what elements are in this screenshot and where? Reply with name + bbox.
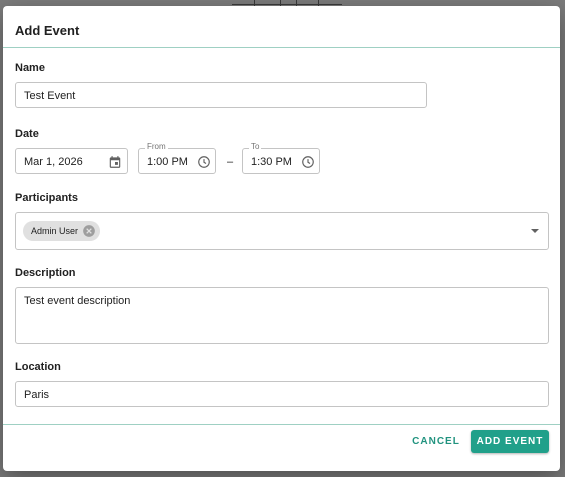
cancel-button[interactable]: CANCEL: [406, 430, 466, 453]
dropdown-arrow-icon[interactable]: [530, 228, 540, 234]
end-time-caption: To: [249, 142, 262, 151]
description-textarea[interactable]: Test event description: [15, 287, 549, 344]
time-range-separator: –: [227, 156, 234, 168]
clock-icon[interactable]: [301, 155, 315, 169]
location-input[interactable]: Paris: [15, 381, 549, 407]
end-time-value: 1:30 PM: [251, 156, 292, 168]
dialog-title: Add Event: [15, 23, 80, 38]
date-input-value: Mar 1, 2026: [24, 156, 83, 168]
participants-select[interactable]: Admin User: [15, 212, 549, 250]
clock-icon[interactable]: [197, 155, 211, 169]
description-label: Description: [15, 267, 76, 279]
start-time-input[interactable]: From 1:00 PM: [138, 142, 216, 174]
participants-label: Participants: [15, 192, 78, 204]
date-input[interactable]: Mar 1, 2026: [15, 148, 128, 174]
end-time-input[interactable]: To 1:30 PM: [242, 142, 320, 174]
add-event-dialog: Add Event Name Test Event Date Mar 1, 20…: [3, 6, 560, 471]
calendar-icon[interactable]: [108, 155, 122, 169]
name-input-value: Test Event: [24, 90, 76, 102]
location-label: Location: [15, 361, 61, 373]
header-divider: [3, 47, 560, 48]
participant-chip: Admin User: [23, 221, 101, 241]
name-label: Name: [15, 62, 45, 74]
start-time-caption: From: [145, 142, 168, 151]
participant-chip-label: Admin User: [31, 226, 79, 236]
date-label: Date: [15, 128, 39, 140]
name-input[interactable]: Test Event: [15, 82, 427, 108]
footer-divider: [3, 424, 560, 425]
chip-remove-icon[interactable]: [82, 224, 96, 238]
description-value: Test event description: [24, 295, 131, 307]
location-value: Paris: [24, 389, 50, 401]
add-event-button[interactable]: ADD EVENT: [471, 430, 549, 453]
start-time-value: 1:00 PM: [147, 156, 188, 168]
